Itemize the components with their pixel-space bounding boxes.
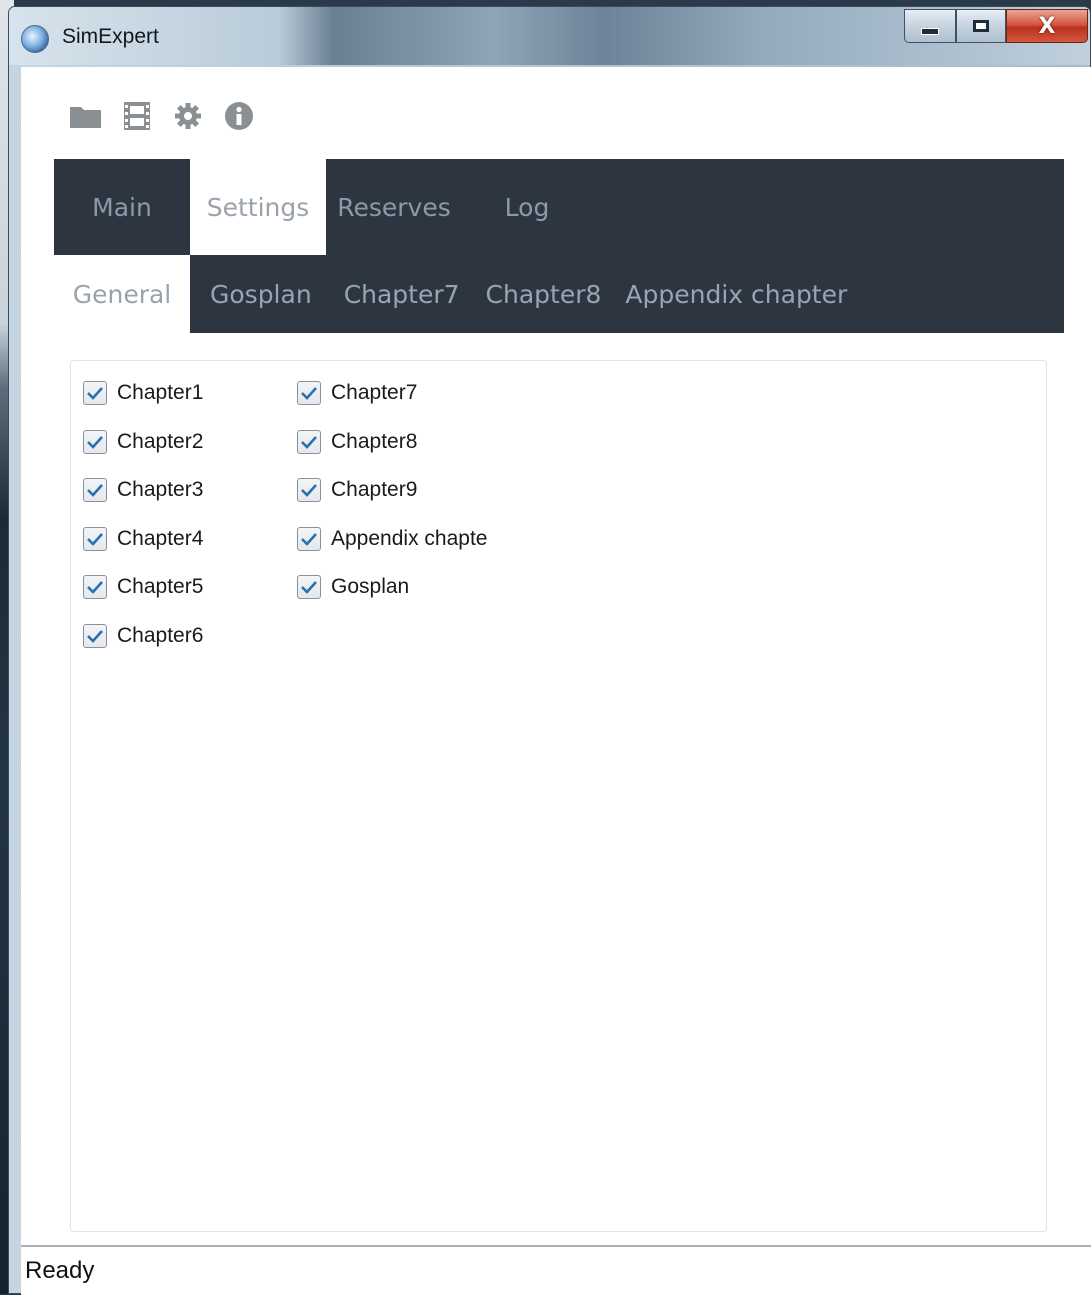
tab-reserves[interactable]: Reserves	[326, 159, 462, 255]
maximize-icon	[973, 20, 989, 32]
checkbox-appendix-chapter[interactable]: Appendix chapte	[297, 515, 487, 564]
minimize-icon	[921, 27, 939, 35]
check-icon	[301, 581, 317, 595]
checkbox-label: Appendix chapte	[331, 526, 487, 550]
checkbox-box[interactable]	[83, 623, 107, 648]
subtab-chapter7[interactable]: Chapter7	[324, 255, 472, 333]
checkbox-box[interactable]	[83, 478, 107, 503]
app-window: SimExpert X Main Settings Reserves Log G…	[8, 6, 1091, 1295]
checkbox-label: Chapter1	[117, 381, 204, 405]
minimize-button[interactable]	[904, 9, 956, 43]
checkbox-chapter2[interactable]: Chapter2	[83, 418, 203, 467]
checkbox-box[interactable]	[297, 381, 321, 406]
close-button[interactable]: X	[1006, 9, 1088, 43]
checkbox-label: Chapter9	[331, 478, 418, 502]
status-bar: Ready	[21, 1245, 1091, 1295]
info-icon[interactable]	[222, 99, 255, 133]
app-icon	[21, 25, 49, 53]
checkbox-label: Chapter7	[331, 381, 418, 405]
gear-icon[interactable]	[171, 99, 204, 133]
window-controls: X	[904, 9, 1088, 45]
close-icon: X	[1038, 13, 1056, 39]
check-icon	[87, 581, 103, 595]
settings-subtab-bar: General Gosplan Chapter7 Chapter8 Append…	[54, 255, 1064, 333]
checkbox-label: Chapter8	[331, 429, 418, 453]
check-icon	[87, 532, 103, 546]
title-bar[interactable]: SimExpert X	[9, 7, 1090, 65]
toolbar	[69, 99, 255, 133]
checkbox-box[interactable]	[297, 478, 321, 503]
checkbox-label: Chapter6	[117, 623, 204, 647]
checkbox-column-1: Chapter1 Chapter2 Chapter3 Chapter4 Chap…	[83, 369, 203, 660]
maximize-button[interactable]	[956, 9, 1006, 43]
checkbox-box[interactable]	[83, 429, 107, 454]
checkbox-chapter7[interactable]: Chapter7	[297, 369, 487, 418]
main-tab-bar: Main Settings Reserves Log	[54, 159, 1064, 255]
checkbox-chapter4[interactable]: Chapter4	[83, 515, 203, 564]
subtab-general[interactable]: General	[54, 255, 190, 333]
check-icon	[87, 629, 103, 643]
status-text: Ready	[25, 1257, 95, 1284]
checkbox-chapter9[interactable]: Chapter9	[297, 466, 487, 515]
check-icon	[87, 387, 103, 401]
tab-log[interactable]: Log	[462, 159, 592, 255]
checkbox-box[interactable]	[83, 526, 107, 551]
checkbox-label: Chapter5	[117, 575, 204, 599]
checkbox-box[interactable]	[297, 575, 321, 600]
check-icon	[301, 532, 317, 546]
checkbox-box[interactable]	[297, 429, 321, 454]
checkbox-chapter5[interactable]: Chapter5	[83, 563, 203, 612]
checkbox-gosplan[interactable]: Gosplan	[297, 563, 487, 612]
check-icon	[87, 484, 103, 498]
check-icon	[301, 435, 317, 449]
subtab-appendix-chapter[interactable]: Appendix chapter	[613, 255, 857, 333]
chapters-panel: Chapter1 Chapter2 Chapter3 Chapter4 Chap…	[70, 360, 1047, 1232]
check-icon	[301, 484, 317, 498]
window-title: SimExpert	[62, 25, 159, 48]
tab-main[interactable]: Main	[54, 159, 190, 255]
checkbox-column-2: Chapter7 Chapter8 Chapter9 Appendix chap…	[297, 369, 487, 612]
folder-icon[interactable]	[69, 99, 102, 133]
subtab-chapter8[interactable]: Chapter8	[472, 255, 614, 333]
checkbox-label: Chapter3	[117, 478, 204, 502]
check-icon	[87, 435, 103, 449]
checkbox-chapter3[interactable]: Chapter3	[83, 466, 203, 515]
checkbox-box[interactable]	[297, 526, 321, 551]
checkbox-box[interactable]	[83, 575, 107, 600]
checkbox-label: Chapter2	[117, 429, 204, 453]
checkbox-chapter6[interactable]: Chapter6	[83, 612, 203, 661]
checkbox-box[interactable]	[83, 381, 107, 406]
checkbox-label: Chapter4	[117, 526, 204, 550]
check-icon	[301, 387, 317, 401]
checkbox-chapter8[interactable]: Chapter8	[297, 418, 487, 467]
film-icon[interactable]	[120, 99, 153, 133]
tab-settings[interactable]: Settings	[190, 159, 326, 255]
checkbox-label: Gosplan	[331, 575, 410, 599]
client-area: Main Settings Reserves Log General Gospl…	[21, 67, 1091, 1295]
checkbox-chapter1[interactable]: Chapter1	[83, 369, 203, 418]
subtab-gosplan[interactable]: Gosplan	[190, 255, 324, 333]
